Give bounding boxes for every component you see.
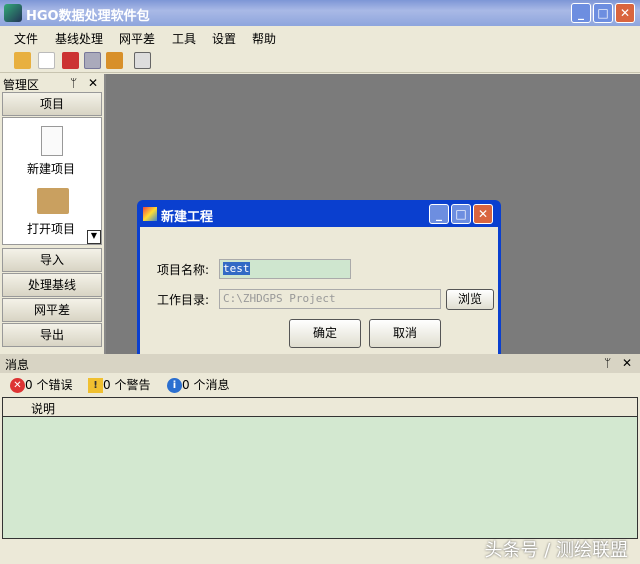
infos-count: 0 个消息 [182,378,230,392]
window-icon[interactable] [134,52,151,69]
dialog-icon [143,207,157,221]
new-project-dialog: 新建工程 _ □ ✕ 项目名称: test 工作目录: C:\ZHDGPS Pr… [137,200,501,361]
close-icon[interactable]: ✕ [88,76,98,90]
panel-title: 管理区 [3,78,40,92]
project-name-input[interactable]: test [219,259,351,279]
menu-tools[interactable]: 工具 [172,30,196,47]
open-folder-icon[interactable] [14,52,31,69]
menu-baseline[interactable]: 基线处理 [55,30,103,47]
messages-header: 消息 ᛘ ✕ [0,354,640,373]
minimize-button[interactable]: _ [571,3,591,23]
maximize-button[interactable]: □ [593,3,613,23]
menu-help[interactable]: 帮助 [252,30,276,47]
pin-icon[interactable]: ᛘ [604,356,611,370]
export-icon[interactable] [106,52,123,69]
infos-filter[interactable]: i0 个消息 [167,376,229,393]
dialog-body: 项目名称: test 工作目录: C:\ZHDGPS Project 浏览 确定… [140,227,498,358]
toolbar [0,48,640,73]
save-icon[interactable] [84,52,101,69]
warnings-filter[interactable]: ! 0 个警告 [88,376,150,393]
dialog-maximize-button[interactable]: □ [451,204,471,224]
messages-table-header: 说明 [2,397,638,417]
work-dir-input[interactable]: C:\ZHDGPS Project [219,289,441,309]
new-file-icon[interactable] [38,52,55,69]
warnings-count: 0 个警告 [103,378,151,392]
scroll-down-button[interactable]: ▼ [87,230,101,244]
close-icon[interactable]: ✕ [622,356,632,370]
info-icon: i [167,378,182,393]
dialog-close-button[interactable]: ✕ [473,204,493,224]
watermark: 头条号 / 测绘联盟 [484,540,628,561]
import-section[interactable]: 导入 [2,248,102,272]
messages-list [2,417,638,539]
import-icon[interactable] [62,52,79,69]
column-description[interactable]: 说明 [31,400,55,417]
open-project-item[interactable]: 打开项目 [27,220,75,237]
adjustment-section[interactable]: 网平差 [2,298,102,322]
app-icon [4,4,22,22]
menu-bar: 文件 基线处理 网平差 工具 设置 帮助 [0,26,640,48]
dir-label: 工作目录: [157,293,210,307]
errors-count: 0 个错误 [25,378,73,392]
menu-settings[interactable]: 设置 [212,30,236,47]
ok-button[interactable]: 确定 [289,319,361,348]
pin-icon[interactable]: ᛘ [70,76,77,90]
management-panel: 管理区 ᛘ ✕ 项目 新建项目 打开项目 ▼ 导入 处理基线 网平差 导出 [0,74,106,354]
title-bar: HGO数据处理软件包 _ □ ✕ [0,0,640,26]
messages-title: 消息 [5,358,30,372]
messages-toolbar: ✕ 0 个错误 ! 0 个警告 i0 个消息 [0,373,640,396]
project-items: 新建项目 打开项目 ▼ [2,117,102,245]
export-section[interactable]: 导出 [2,323,102,347]
folder-icon [37,188,69,214]
cancel-button[interactable]: 取消 [369,319,441,348]
errors-filter[interactable]: ✕ 0 个错误 [10,376,72,393]
warning-icon: ! [88,378,103,393]
dialog-minimize-button[interactable]: _ [429,204,449,224]
name-label: 项目名称: [157,263,210,277]
menu-file[interactable]: 文件 [14,30,38,47]
baseline-section[interactable]: 处理基线 [2,273,102,297]
close-button[interactable]: ✕ [615,3,635,23]
app-title: HGO数据处理软件包 [26,9,150,24]
error-icon: ✕ [10,378,25,393]
menu-adjustment[interactable]: 网平差 [119,30,155,47]
new-project-item[interactable]: 新建项目 [27,160,75,177]
project-name-value: test [223,262,250,275]
dialog-title: 新建工程 [161,210,214,225]
project-button[interactable]: 项目 [2,92,102,116]
browse-button[interactable]: 浏览 [446,289,494,310]
new-file-icon [41,126,63,156]
